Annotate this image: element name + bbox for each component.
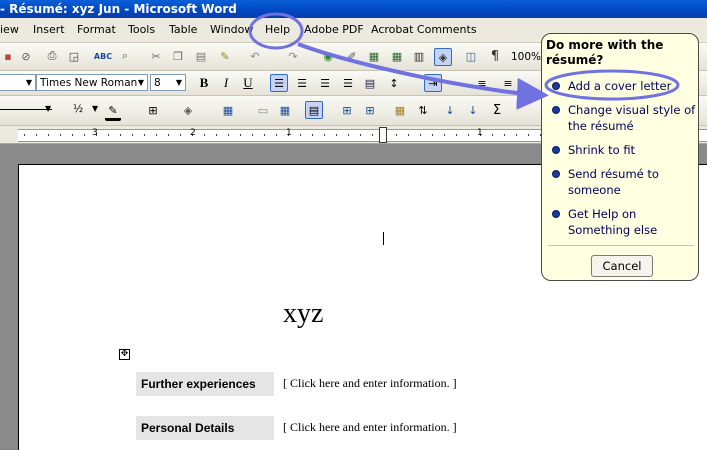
pointer-arrow xyxy=(297,42,549,110)
highlight-oval-help xyxy=(248,12,304,50)
highlight-oval-option xyxy=(544,69,680,101)
annotation-overlay xyxy=(248,12,680,110)
